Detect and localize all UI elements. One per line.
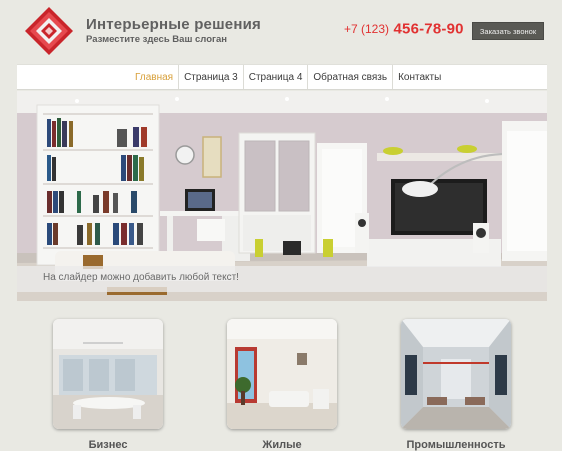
category-business-image[interactable] bbox=[53, 319, 163, 429]
site-title: Интерьерные решения bbox=[86, 16, 261, 33]
category-industry-label[interactable]: Промышленность bbox=[356, 439, 556, 451]
category-residential-label[interactable]: Жилые bbox=[182, 439, 382, 451]
hero-slider[interactable]: На слайдер можно добавить любой текст! bbox=[17, 91, 547, 301]
slider-caption: На слайдер можно добавить любой текст! bbox=[43, 272, 239, 283]
category-business-label[interactable]: Бизнес bbox=[8, 439, 208, 451]
slider-caption-bar: На слайдер можно добавить любой текст! bbox=[17, 266, 547, 292]
nav-item-page4[interactable]: Страница 4 bbox=[242, 65, 308, 89]
nav-item-home[interactable]: Главная bbox=[130, 65, 178, 89]
category-industry[interactable]: Промышленность bbox=[401, 319, 511, 451]
phone-digits: 456-78-90 bbox=[393, 20, 464, 38]
logo-icon[interactable] bbox=[24, 6, 74, 56]
phone-number: +7 (123) 456-78-90 bbox=[344, 20, 464, 38]
site-slogan: Разместите здесь Ваш слоган bbox=[86, 34, 227, 45]
page: Интерьерные решения Разместите здесь Ваш… bbox=[0, 0, 562, 451]
category-residential-image[interactable] bbox=[227, 319, 337, 429]
category-business[interactable]: Бизнес bbox=[53, 319, 163, 451]
category-industry-image[interactable] bbox=[401, 319, 511, 429]
nav-item-page3[interactable]: Страница 3 bbox=[178, 65, 243, 89]
phone-code: +7 (123) bbox=[344, 21, 390, 36]
nav-item-contacts[interactable]: Контакты bbox=[392, 65, 446, 89]
nav-items: Главная Страница 3 Страница 4 Обратная с… bbox=[130, 65, 446, 89]
nav-item-feedback[interactable]: Обратная связь bbox=[307, 65, 392, 89]
category-residential[interactable]: Жилые bbox=[227, 319, 337, 451]
main-nav: Главная Страница 3 Страница 4 Обратная с… bbox=[17, 64, 547, 90]
callback-button[interactable]: Заказать звонок bbox=[472, 22, 544, 40]
